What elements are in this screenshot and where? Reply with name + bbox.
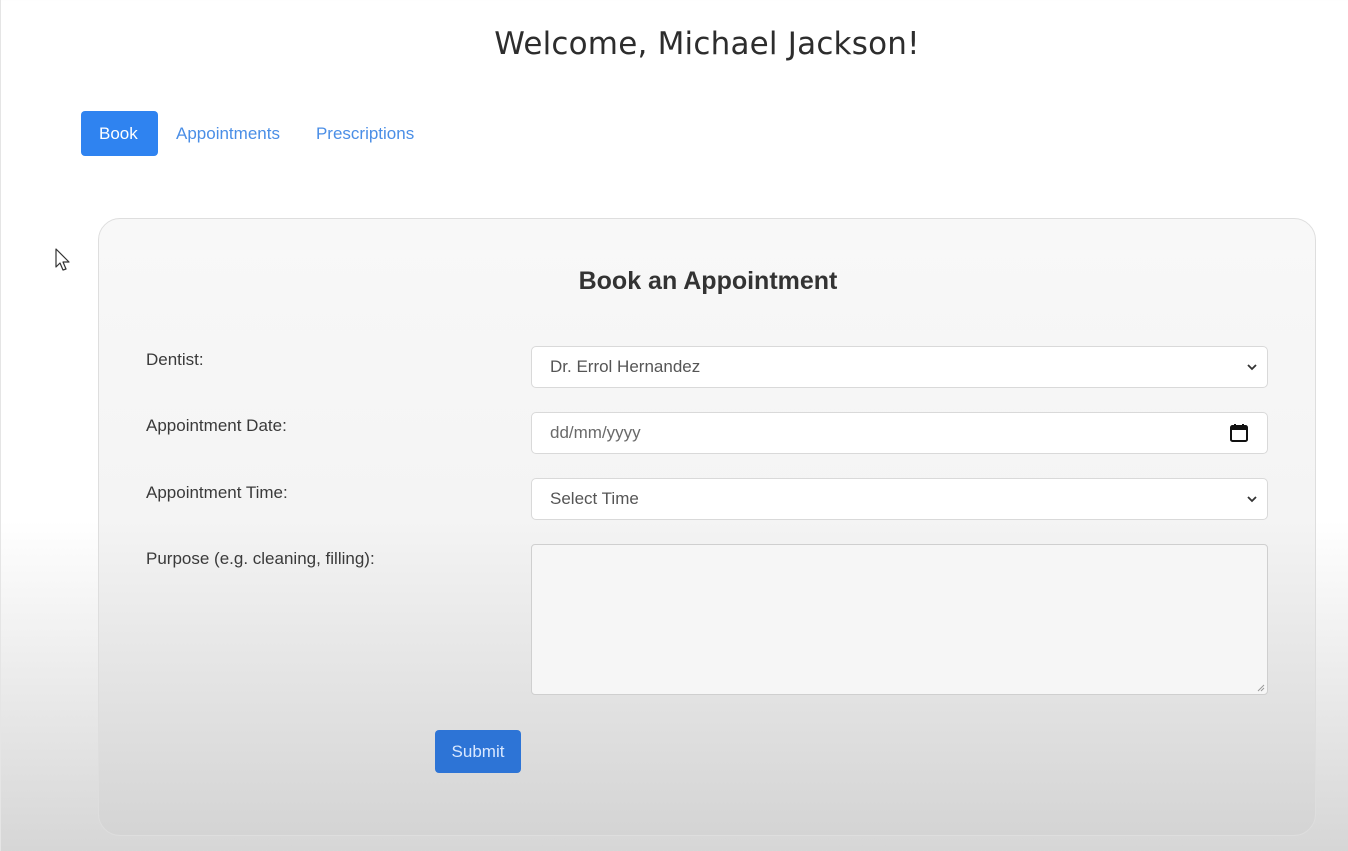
tab-appointments[interactable]: Appointments [158,111,298,156]
time-value: Select Time [550,489,639,508]
calendar-icon[interactable] [1229,423,1249,443]
welcome-heading: Welcome, Michael Jackson! [494,26,920,62]
purpose-textarea[interactable] [531,544,1268,695]
mouse-cursor-icon [55,248,70,271]
dentist-select[interactable]: Dr. Errol Hernandez [531,346,1268,388]
tab-book[interactable]: Book [81,111,158,156]
dentist-value: Dr. Errol Hernandez [550,357,701,376]
booking-card: Book an Appointment Dentist: Dr. Errol H… [98,218,1316,836]
submit-button[interactable]: Submit [435,730,521,773]
resize-handle-icon[interactable] [1256,683,1265,692]
form-title: Book an Appointment [578,267,838,295]
time-select[interactable]: Select Time [531,478,1268,520]
chevron-down-icon [1247,364,1257,371]
dentist-label: Dentist: [146,350,204,369]
tab-prescriptions[interactable]: Prescriptions [298,111,432,156]
chevron-down-icon [1247,496,1257,503]
time-label: Appointment Time: [146,483,288,502]
date-placeholder: dd/mm/yyyy [550,423,641,442]
date-input[interactable]: dd/mm/yyyy [531,412,1268,454]
date-label: Appointment Date: [146,416,287,435]
purpose-label: Purpose (e.g. cleaning, filling): [146,549,375,568]
window-edge [0,0,1,851]
nav-tabs: Book Appointments Prescriptions [81,111,432,156]
